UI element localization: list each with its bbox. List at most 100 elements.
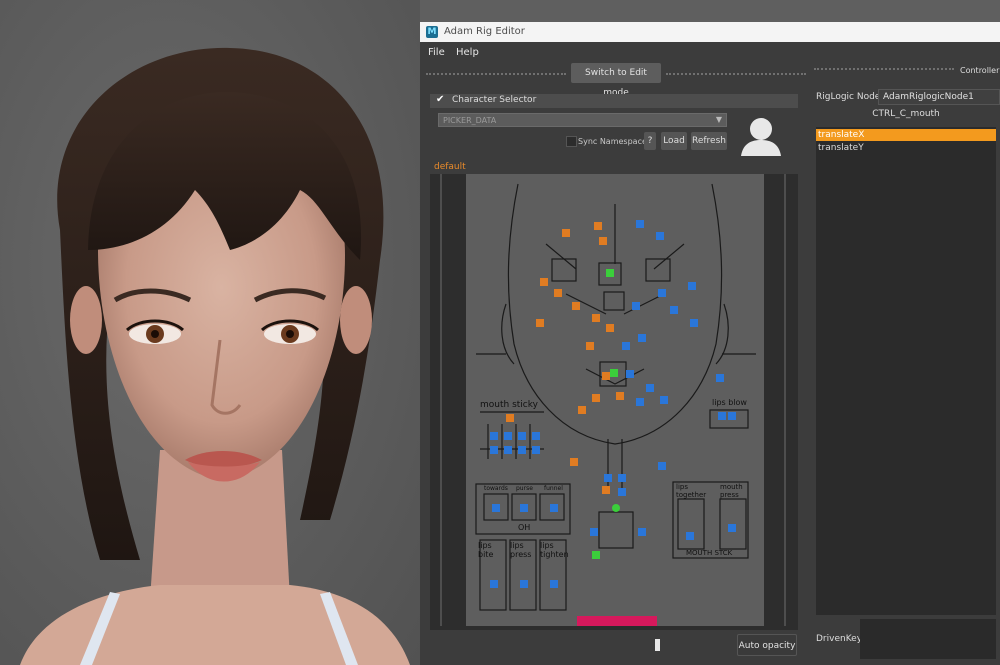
help-button[interactable]: ? xyxy=(644,132,656,150)
picker-control-blue[interactable] xyxy=(638,528,646,536)
picker-control-blue[interactable] xyxy=(490,446,498,454)
picker-control-orange[interactable] xyxy=(592,314,600,322)
picker-control-orange[interactable] xyxy=(572,302,580,310)
picker-control-blue[interactable] xyxy=(520,504,528,512)
picker-control-green[interactable] xyxy=(592,551,600,559)
picker-control-blue[interactable] xyxy=(550,580,558,588)
picker-control-orange[interactable] xyxy=(602,372,610,380)
picker-control-blue[interactable] xyxy=(626,370,634,378)
label-funnel: funnel xyxy=(544,485,563,492)
picker-border-left xyxy=(440,174,442,626)
driven-key-field[interactable] xyxy=(860,619,996,659)
picker-control-blue[interactable] xyxy=(658,462,666,470)
label-mouth-sticky: mouth sticky xyxy=(480,400,538,410)
picker-control-blue[interactable] xyxy=(532,432,540,440)
picker-control-blue[interactable] xyxy=(656,232,664,240)
attribute-row-translatex[interactable]: translateX xyxy=(816,129,996,141)
picker-control-blue[interactable] xyxy=(632,302,640,310)
picker-control-orange[interactable] xyxy=(562,229,570,237)
picker-data-combo[interactable]: PICKER_DATA ▼ xyxy=(438,113,727,127)
menu-file[interactable]: File xyxy=(428,47,445,58)
label-lips-together: lips together xyxy=(676,483,707,499)
face-picker[interactable]: mouth sticky lips blow towards purse fun… xyxy=(466,174,764,626)
label-oh: OH xyxy=(518,523,531,532)
picker-control-green[interactable] xyxy=(606,269,614,277)
auto-opacity-button[interactable]: Auto opacity xyxy=(737,634,797,656)
picker-control-blue[interactable] xyxy=(492,504,500,512)
label-purse: purse xyxy=(516,485,533,492)
riglogic-node-field[interactable]: AdamRiglogicNode1 xyxy=(878,89,1000,105)
picker-control-blue[interactable] xyxy=(520,580,528,588)
picker-control-blue[interactable] xyxy=(504,432,512,440)
picker-control-blue[interactable] xyxy=(718,412,726,420)
picker-control-orange[interactable] xyxy=(599,237,607,245)
picker-control-blue[interactable] xyxy=(660,396,668,404)
controller-separator xyxy=(814,68,954,72)
picker-control-blue[interactable] xyxy=(490,432,498,440)
picker-control-blue[interactable] xyxy=(686,532,694,540)
3d-viewport[interactable] xyxy=(0,0,420,665)
picker-control-blue[interactable] xyxy=(618,474,626,482)
picker-control-orange[interactable] xyxy=(602,486,610,494)
label-mouth-press: mouth press xyxy=(720,483,743,499)
picker-control-blue[interactable] xyxy=(504,446,512,454)
picker-control-blue[interactable] xyxy=(728,524,736,532)
picker-control-blue[interactable] xyxy=(532,446,540,454)
checkbox-checked-icon[interactable]: ✔ xyxy=(436,94,444,105)
picker-control-orange[interactable] xyxy=(570,458,578,466)
picker-control-blue[interactable] xyxy=(622,342,630,350)
picker-control-blue[interactable] xyxy=(728,412,736,420)
picker-control-blue[interactable] xyxy=(604,474,612,482)
picker-control-orange[interactable] xyxy=(586,342,594,350)
picker-control-blue[interactable] xyxy=(636,220,644,228)
picker-control-orange[interactable] xyxy=(616,392,624,400)
picker-control-blue[interactable] xyxy=(518,446,526,454)
refresh-button[interactable]: Refresh xyxy=(691,132,727,150)
picker-control-orange[interactable] xyxy=(606,324,614,332)
label-lips-tighten: lips tighten xyxy=(540,541,569,559)
picker-control-blue[interactable] xyxy=(638,334,646,342)
picker-control-blue[interactable] xyxy=(618,488,626,496)
picker-control-orange[interactable] xyxy=(594,222,602,230)
menu-help[interactable]: Help xyxy=(456,47,479,58)
attribute-list: translateX translateY xyxy=(816,127,996,615)
picker-control-blue[interactable] xyxy=(716,374,724,382)
label-lips-blow: lips blow xyxy=(712,398,747,407)
label-towards: towards xyxy=(484,485,508,492)
picker-control-blue[interactable] xyxy=(670,306,678,314)
label-mouth-stick: MOUTH STCK xyxy=(686,549,733,557)
character-selector-header: ✔ Character Selector xyxy=(430,94,798,108)
picker-control-orange[interactable] xyxy=(592,394,600,402)
picker-control-blue[interactable] xyxy=(636,398,644,406)
label-lips-press: lips press xyxy=(510,541,532,559)
attribute-row-translatey[interactable]: translateY xyxy=(816,142,996,154)
user-silhouette-icon xyxy=(741,118,781,156)
picker-control-orange[interactable] xyxy=(536,319,544,327)
opacity-slider-handle[interactable] xyxy=(655,639,660,651)
picker-control-blue[interactable] xyxy=(690,319,698,327)
chevron-down-icon: ▼ xyxy=(715,115,722,124)
picker-control-blue[interactable] xyxy=(688,282,696,290)
picker-control-orange[interactable] xyxy=(506,414,514,422)
picker-control-blue[interactable] xyxy=(590,528,598,536)
title-bar: M Adam Rig Editor xyxy=(420,22,1000,42)
picker-data-value: PICKER_DATA xyxy=(443,116,497,125)
picker-control-blue[interactable] xyxy=(658,289,666,297)
picker-control-blue[interactable] xyxy=(646,384,654,392)
picker-control-blue[interactable] xyxy=(490,580,498,588)
switch-edit-mode-button[interactable]: Switch to Edit mode xyxy=(571,63,661,98)
picker-control-orange[interactable] xyxy=(554,289,562,297)
controller-name: CTRL_C_mouth xyxy=(872,109,940,119)
picker-control-orange[interactable] xyxy=(540,278,548,286)
picker-control-blue[interactable] xyxy=(550,504,558,512)
load-button[interactable]: Load xyxy=(661,132,687,150)
label-lips-bite: lips bite xyxy=(478,541,494,559)
picker-tab-default[interactable]: default xyxy=(434,162,466,172)
picker-control-green[interactable] xyxy=(612,504,620,512)
range-bar[interactable] xyxy=(577,616,657,626)
sync-namespace-checkbox[interactable] xyxy=(566,136,577,147)
picker-control-green[interactable] xyxy=(610,369,618,377)
picker-control-blue[interactable] xyxy=(518,432,526,440)
picker-control-orange[interactable] xyxy=(578,406,586,414)
toolbar-separator-middle xyxy=(666,73,806,77)
